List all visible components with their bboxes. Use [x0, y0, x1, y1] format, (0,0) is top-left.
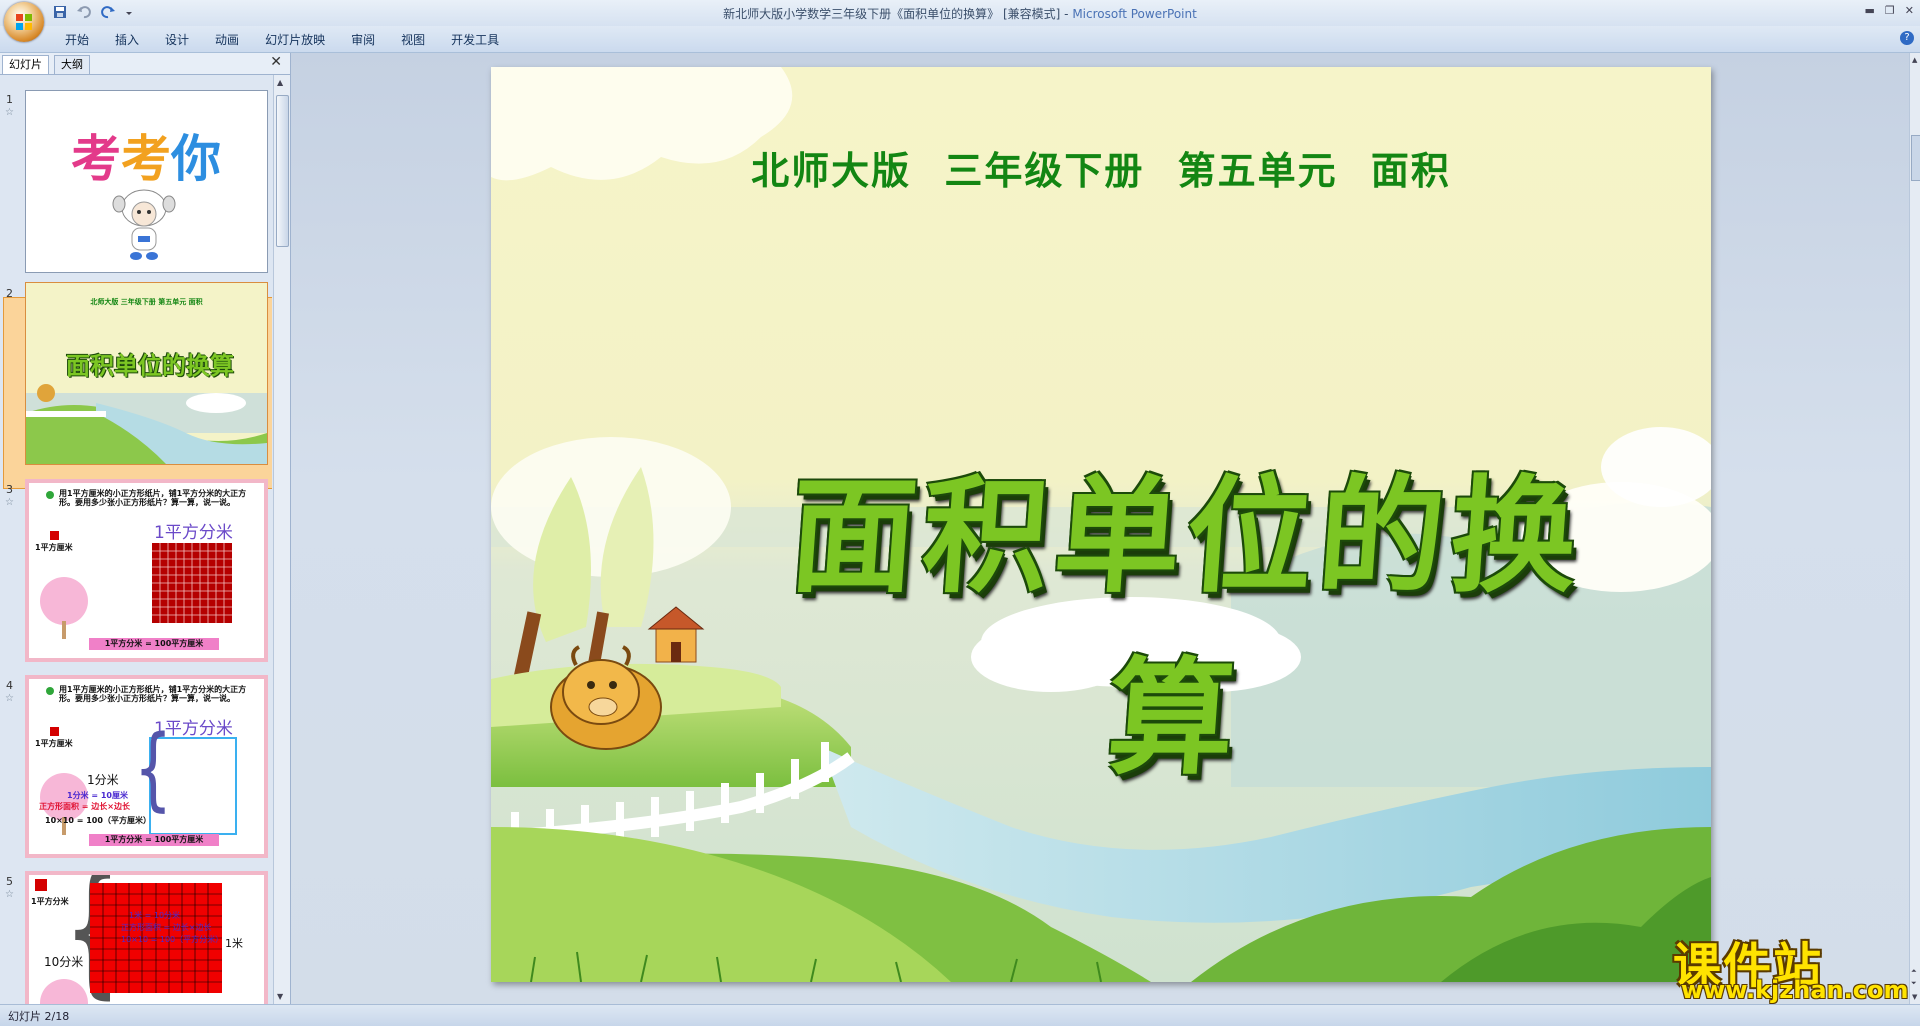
thumb-right-label: 1米 [225, 937, 243, 950]
thumb-label-small: 1平方厘米 [35, 739, 73, 748]
transition-icon: ☆ [5, 497, 14, 508]
help-icon[interactable]: ? [1900, 31, 1914, 45]
current-slide[interactable]: 北师大版 三年级下册 第五单元 面积 面积单位的换算 [491, 67, 1711, 982]
window-title: 新北师大版小学数学三年级下册《面积单位的换算》 [兼容模式] - Microso… [723, 7, 1197, 21]
transition-icon: ☆ [5, 107, 14, 118]
tree-illustration [40, 577, 88, 639]
small-square [50, 531, 59, 540]
slide-title[interactable]: 面积单位的换算 [718, 435, 1643, 799]
scrollbar-thumb[interactable] [276, 95, 289, 247]
bullet-icon [46, 491, 54, 499]
office-button[interactable] [4, 2, 44, 42]
thumb-eq1: 1米 = 10分米 [129, 911, 181, 920]
thumb-title: 考考你 [71, 129, 221, 188]
sheep-illustration [112, 189, 176, 260]
pane-tabs: 幻灯片 大纲 ✕ [0, 53, 290, 75]
thumb-label-big: 1平方分米 [154, 523, 233, 543]
brace: { [134, 716, 173, 822]
scroll-up-icon[interactable]: ▲ [1912, 56, 1917, 64]
tab-insert[interactable]: 插入 [102, 31, 152, 48]
slide-thumbnail-2[interactable]: 北师大版 三年级下册 第五单元 面积 面积单位的换算 [25, 282, 268, 465]
thumb-eq1: 1分米 = 10厘米 [67, 791, 128, 800]
close-pane-icon[interactable]: ✕ [270, 54, 282, 70]
thumb-label-small: 1平方厘米 [35, 543, 73, 552]
thumb-footer: 1平方分米 = 100平方厘米 [89, 834, 219, 846]
tab-outline[interactable]: 大纲 [54, 55, 90, 74]
tab-animations[interactable]: 动画 [202, 31, 252, 48]
ribbon-tab-bar: 开始 插入 设计 动画 幻灯片放映 审阅 视图 开发工具 ? [0, 26, 1920, 53]
tab-view[interactable]: 视图 [388, 31, 438, 48]
slide-thumbnail-4[interactable]: 用1平方厘米的小正方形纸片，铺1平方分米的大正方形。要用多少张小正方形纸片？算一… [25, 675, 268, 858]
thumb-number: 1 [6, 93, 13, 106]
thumbnail-scrollbar[interactable]: ▲ ▼ [273, 75, 290, 1004]
tab-slideshow[interactable]: 幻灯片放映 [252, 31, 338, 48]
scroll-up-icon[interactable]: ▲ [277, 78, 283, 87]
minimize-icon[interactable]: ▬ [1865, 4, 1875, 17]
tab-slides[interactable]: 幻灯片 [2, 55, 49, 74]
scroll-down-icon[interactable]: ▼ [1912, 993, 1917, 1001]
tab-home[interactable]: 开始 [52, 31, 102, 48]
thumb-number: 3 [6, 483, 13, 496]
thumb-footer: 1平方分米 = 100平方厘米 [89, 638, 219, 650]
slide-subtitle[interactable]: 北师大版 三年级下册 第五单元 面积 [491, 140, 1711, 195]
tab-design[interactable]: 设计 [152, 31, 202, 48]
editor-scrollbar[interactable]: ▲ ⏶ ⏷ ▼ [1909, 53, 1920, 1004]
title-bar: 新北师大版小学数学三年级下册《面积单位的换算》 [兼容模式] - Microso… [0, 0, 1920, 27]
bullet-icon [46, 687, 54, 695]
next-slide-icon[interactable]: ⏷ [1911, 979, 1917, 988]
thumb-text: 用1平方厘米的小正方形纸片，铺1平方分米的大正方形。要用多少张小正方形纸片？算一… [59, 489, 247, 507]
scrollbar-thumb[interactable] [1911, 135, 1920, 181]
tab-developer[interactable]: 开发工具 [438, 31, 512, 48]
slide-thumbnail-1[interactable]: 考考你 [25, 90, 268, 273]
thumb-side-label: 1分米 [87, 773, 119, 787]
thumb-eq2: 正方形面积 = 边长×边长 [121, 923, 212, 932]
slide-thumbnail-5[interactable]: 1平方分米 { 1米 = 10分米 正方形面积 = 边长×边长 10×10 = … [25, 871, 268, 1004]
close-icon[interactable]: ✕ [1905, 4, 1914, 17]
thumb-title: 面积单位的换算 [66, 351, 234, 380]
tab-review[interactable]: 审阅 [338, 31, 388, 48]
transition-icon: ☆ [5, 693, 14, 704]
thumb-text: 用1平方厘米的小正方形纸片，铺1平方分米的大正方形。要用多少张小正方形纸片？算一… [59, 685, 247, 703]
scroll-down-icon[interactable]: ▼ [277, 992, 283, 1001]
thumb-eq3: 10×10 = 100（平方厘米） [45, 816, 151, 825]
maximize-icon[interactable]: ❐ [1885, 4, 1895, 17]
previous-slide-icon[interactable]: ⏶ [1911, 967, 1917, 976]
slide-counter: 幻灯片 2/18 [8, 1010, 70, 1023]
status-bar: 幻灯片 2/18 [0, 1004, 1920, 1026]
window-controls: ▬ ❐ ✕ [1865, 4, 1915, 17]
thumb-side-label: 10分米 [44, 955, 84, 969]
thumb-number: 5 [6, 875, 13, 888]
slides-pane: 幻灯片 大纲 ✕ 1 ☆ 考考你 2 北师大版 三年级下册 第五单元 面积 面积… [0, 53, 291, 1004]
thumbnail-list[interactable]: 1 ☆ 考考你 2 北师大版 三年级下册 第五单元 面积 面积单位的换算 3 ☆… [0, 75, 272, 1004]
tree-illustration [40, 979, 88, 1004]
thumb-label-small: 1平方分米 [31, 897, 69, 906]
thumb-eq2: 正方形面积 = 边长×边长 [39, 802, 130, 811]
small-square [35, 879, 47, 891]
thumb-number: 4 [6, 679, 13, 692]
thumb-eq3: 10×10 = 100（平方分米） [121, 935, 224, 944]
watermark-logo: 课件站 www.kjzhan.com [1665, 926, 1910, 1006]
transition-icon: ☆ [5, 889, 14, 900]
small-square [50, 727, 59, 736]
watermark-url: www.kjzhan.com [1681, 976, 1909, 1004]
thumb-number: 2 [6, 287, 13, 300]
app-name: Microsoft PowerPoint [1072, 7, 1197, 21]
thumb-header: 北师大版 三年级下册 第五单元 面积 [90, 298, 203, 306]
slide-thumbnail-3[interactable]: 用1平方厘米的小正方形纸片，铺1平方分米的大正方形。要用多少张小正方形纸片？算一… [25, 479, 268, 662]
grid-square [152, 543, 232, 623]
